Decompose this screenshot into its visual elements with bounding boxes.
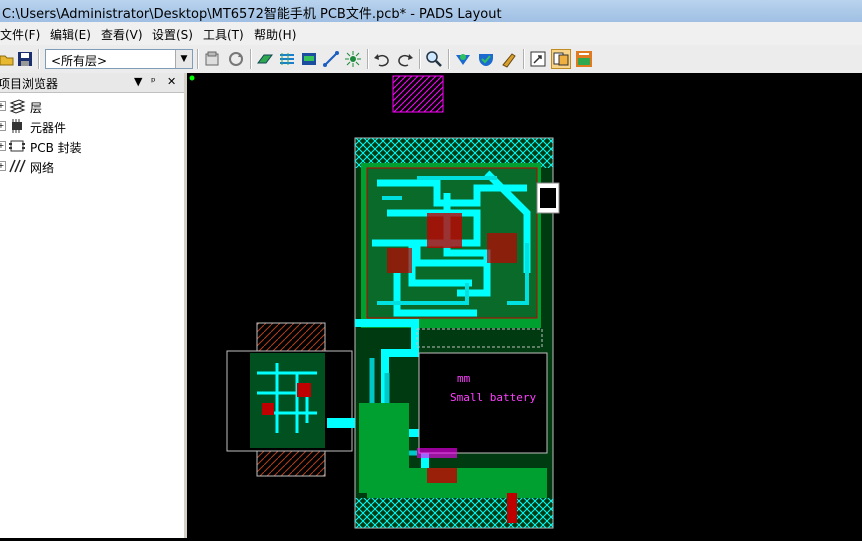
window-title: C:\Users\Administrator\Desktop\MT6572智能手… bbox=[2, 7, 502, 22]
net-icon bbox=[9, 159, 26, 173]
chevron-down-icon[interactable]: ▼ bbox=[175, 50, 192, 68]
separator bbox=[197, 49, 199, 69]
sub-board[interactable] bbox=[226, 322, 355, 477]
menu-setup[interactable]: 设置(S) bbox=[152, 26, 193, 43]
menu-view[interactable]: 查看(V) bbox=[101, 26, 143, 43]
origin-marker bbox=[189, 75, 195, 81]
battery-label: Small battery bbox=[450, 391, 536, 404]
zoom-icon[interactable] bbox=[425, 50, 443, 68]
verify-icon[interactable] bbox=[477, 50, 495, 68]
separator bbox=[367, 49, 369, 69]
output-icon[interactable] bbox=[529, 50, 547, 68]
menu-help[interactable]: 帮助(H) bbox=[254, 26, 296, 43]
menu-bar: 文件(F) 编辑(E) 查看(V) 设置(S) 工具(T) 帮助(H) bbox=[0, 22, 862, 45]
connect-icon[interactable] bbox=[322, 50, 340, 68]
properties-icon[interactable] bbox=[203, 50, 221, 68]
panel-title: 项目浏览器 bbox=[0, 77, 59, 91]
separator bbox=[38, 49, 40, 69]
expand-icon[interactable]: + bbox=[0, 141, 6, 151]
route-icon[interactable] bbox=[256, 50, 274, 68]
drafting-icon[interactable] bbox=[300, 50, 318, 68]
cluster-icon[interactable] bbox=[344, 50, 362, 68]
layer-select[interactable]: <所有层> ▼ bbox=[45, 49, 193, 69]
main-board[interactable] bbox=[354, 137, 560, 529]
redo-icon[interactable] bbox=[396, 50, 414, 68]
save-icon[interactable] bbox=[16, 50, 34, 68]
footprint-icon bbox=[9, 140, 25, 152]
title-bar: C:\Users\Administrator\Desktop\MT6572智能手… bbox=[0, 0, 862, 23]
expand-icon[interactable]: + bbox=[0, 121, 6, 131]
tree-item-label: PCB 封装 bbox=[30, 141, 82, 155]
menu-edit[interactable]: 编辑(E) bbox=[50, 26, 91, 43]
menu-tools[interactable]: 工具(T) bbox=[203, 26, 244, 43]
separator bbox=[250, 49, 252, 69]
project-explorer-panel: 项目浏览器 ▼ ᵖ ✕ + 层 + 元器件 + PCB 封装 + 网络 bbox=[0, 73, 187, 538]
project-icon[interactable] bbox=[551, 49, 571, 69]
menu-file[interactable]: 文件(F) bbox=[0, 26, 40, 43]
panel-header: 项目浏览器 ▼ ᵖ ✕ bbox=[0, 73, 184, 93]
layers-icon bbox=[9, 99, 26, 114]
pin-icon[interactable]: ᵖ bbox=[151, 75, 156, 88]
undo-icon[interactable] bbox=[373, 50, 391, 68]
toolbar: <所有层> ▼ bbox=[0, 45, 862, 74]
layer-select-value: <所有层> bbox=[51, 54, 108, 68]
pcb-board-view[interactable]: mm Small battery bbox=[187, 73, 862, 538]
battery-unit-label: mm bbox=[457, 372, 471, 385]
tree-item-label: 网络 bbox=[30, 161, 55, 175]
tree-item-label: 层 bbox=[30, 101, 43, 115]
separator bbox=[523, 49, 525, 69]
expand-icon[interactable]: + bbox=[0, 161, 6, 171]
copper-icon[interactable] bbox=[278, 50, 296, 68]
top-connector[interactable] bbox=[392, 75, 444, 113]
pads-icon[interactable] bbox=[575, 50, 593, 68]
separator bbox=[419, 49, 421, 69]
separator bbox=[448, 49, 450, 69]
filter-icon[interactable] bbox=[500, 50, 518, 68]
redraw-icon[interactable] bbox=[227, 50, 245, 68]
expand-icon[interactable]: + bbox=[0, 101, 6, 111]
dfm-icon[interactable] bbox=[454, 50, 472, 68]
component-icon bbox=[12, 119, 22, 133]
pcb-canvas[interactable]: mm Small battery bbox=[187, 73, 862, 538]
panel-menu-icon[interactable]: ▼ bbox=[134, 75, 142, 88]
close-icon[interactable]: ✕ bbox=[167, 75, 176, 88]
tree-item-label: 元器件 bbox=[30, 121, 67, 135]
open-icon[interactable] bbox=[0, 50, 16, 68]
